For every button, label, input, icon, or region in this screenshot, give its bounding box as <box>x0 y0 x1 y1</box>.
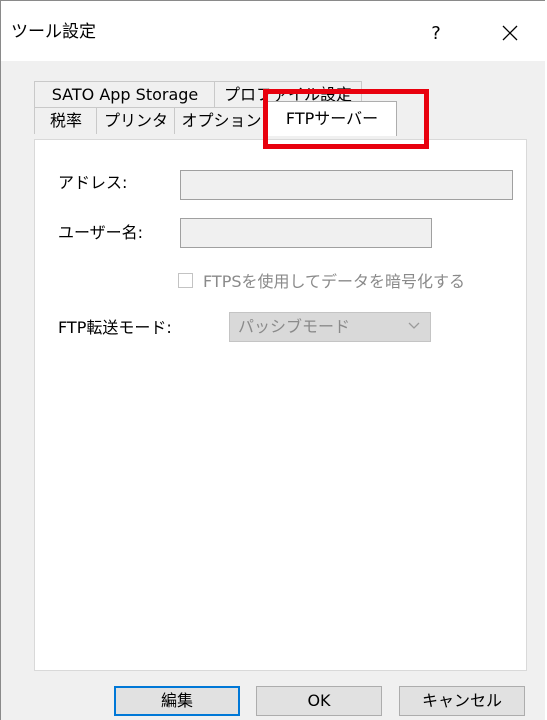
address-field[interactable] <box>180 170 513 200</box>
ftps-checkbox[interactable]: FTPSを使用してデータを暗号化する <box>178 268 465 292</box>
tab-printer[interactable]: プリンタ <box>96 107 176 134</box>
edit-button-label: 編集 <box>160 691 193 710</box>
username-field[interactable] <box>180 218 432 248</box>
cancel-button-label: キャンセル <box>421 691 502 710</box>
edit-button[interactable]: 編集 <box>114 686 240 716</box>
ok-button[interactable]: OK <box>256 686 382 716</box>
ftp-mode-value: パッシブモード <box>238 317 351 336</box>
ftps-checkbox-label: FTPSを使用してデータを暗号化する <box>203 272 466 291</box>
title-bar: ツール設定 ? <box>1 1 546 61</box>
tool-settings-dialog: ツール設定 ? SATO App Storage プロファイル設定 税率 プリン… <box>0 0 547 720</box>
checkbox-box[interactable] <box>178 272 193 288</box>
ftp-mode-label: FTP転送モード: <box>58 318 172 337</box>
tab-label: SATO App Storage <box>51 85 199 104</box>
tab-sato-app-storage[interactable]: SATO App Storage <box>34 81 216 108</box>
help-icon: ? <box>431 22 441 44</box>
ftp-server-panel: アドレス: ユーザー名: FTPSを使用してデータを暗号化する FTP転送モード… <box>34 139 527 671</box>
cancel-button[interactable]: キャンセル <box>399 686 525 716</box>
chevron-down-icon <box>408 322 420 329</box>
highlight-box <box>263 89 429 149</box>
tab-label: 税率 <box>49 111 82 130</box>
username-label: ユーザー名: <box>58 223 144 242</box>
dialog-title: ツール設定 <box>11 22 96 42</box>
ftp-mode-select[interactable]: パッシブモード <box>229 312 431 342</box>
close-icon <box>502 25 518 41</box>
ok-button-label: OK <box>307 691 331 710</box>
help-button[interactable]: ? <box>406 15 466 51</box>
tab-options[interactable]: オプション <box>174 107 269 134</box>
tab-tax-rate[interactable]: 税率 <box>34 107 98 134</box>
tab-label: オプション <box>181 111 262 130</box>
tab-label: プリンタ <box>103 111 168 130</box>
address-label: アドレス: <box>58 173 128 192</box>
close-button[interactable] <box>479 15 541 51</box>
